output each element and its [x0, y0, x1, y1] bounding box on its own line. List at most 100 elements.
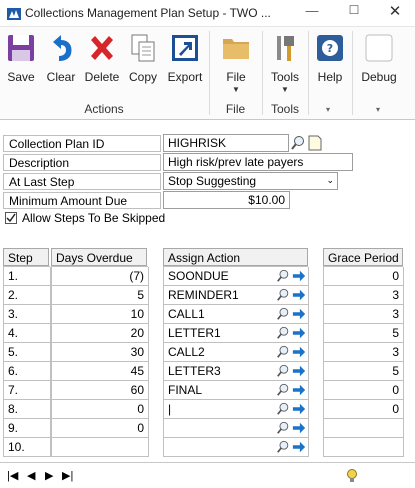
lookup-icon[interactable]	[276, 307, 290, 321]
help-icon: ?	[317, 35, 343, 61]
grace-period-cell[interactable]: 0	[324, 400, 404, 419]
arrow-right-icon[interactable]	[292, 345, 306, 359]
window-title: Collections Management Plan Setup - TWO …	[25, 6, 271, 20]
days-overdue-cell[interactable]: 45	[52, 362, 149, 381]
step-cell: 9.	[4, 419, 51, 438]
step-cell: 8.	[4, 400, 51, 419]
chevron-down-icon[interactable]: ▾	[376, 105, 380, 114]
arrow-right-icon[interactable]	[292, 402, 306, 416]
grace-period-cell[interactable]: 5	[324, 324, 404, 343]
grace-period-column-header: Grace Period	[323, 248, 403, 266]
next-record-icon[interactable]: ▶	[45, 469, 53, 482]
lookup-icon[interactable]	[276, 345, 290, 359]
min-amount-input[interactable]: $10.00	[163, 191, 290, 209]
days-overdue-column-header: Days Overdue	[51, 248, 147, 266]
chevron-down-icon[interactable]: ▾	[326, 105, 330, 114]
lightbulb-icon[interactable]	[346, 468, 358, 484]
grace-period-cell[interactable]: 5	[324, 362, 404, 381]
days-overdue-cell[interactable]: 10	[52, 305, 149, 324]
grace-period-cell[interactable]: 3	[324, 286, 404, 305]
file-menu-button[interactable]: File ▼	[218, 32, 254, 94]
status-bar: |◀ ◀ ▶ ▶|	[0, 462, 415, 488]
min-amount-label: Minimum Amount Due	[3, 192, 161, 209]
lookup-icon[interactable]	[290, 135, 306, 151]
ribbon-divider	[352, 31, 353, 115]
close-icon[interactable]: ✕	[384, 2, 406, 22]
delete-button[interactable]: Delete	[84, 32, 120, 84]
arrow-right-icon[interactable]	[292, 383, 306, 397]
allow-skip-checkbox[interactable]	[5, 212, 17, 224]
arrow-right-icon[interactable]	[292, 307, 306, 321]
days-overdue-cell[interactable]: 5	[52, 286, 149, 305]
tools-menu-button[interactable]: Tools ▼	[266, 32, 304, 94]
plan-id-label: Collection Plan ID	[3, 135, 161, 152]
lookup-icon[interactable]	[276, 364, 290, 378]
new-note-icon[interactable]	[307, 135, 323, 151]
step-cell: 10.	[4, 438, 51, 457]
days-overdue-cell[interactable]: 0	[52, 400, 149, 419]
copy-button[interactable]: Copy	[126, 32, 160, 84]
help-button[interactable]: ? Help	[313, 32, 347, 84]
plan-id-input[interactable]: HIGHRISK	[163, 134, 289, 152]
days-overdue-column: (7) 5 10 20 30 45 60 0 0	[51, 266, 149, 457]
days-overdue-cell[interactable]: 20	[52, 324, 149, 343]
last-step-select[interactable]: Stop Suggesting ⌄	[163, 172, 338, 190]
step-cell: 6.	[4, 362, 51, 381]
days-overdue-cell[interactable]: 60	[52, 381, 149, 400]
lookup-icon[interactable]	[276, 269, 290, 283]
chevron-down-icon: ▼	[232, 85, 240, 94]
days-overdue-cell[interactable]: (7)	[52, 267, 149, 286]
last-step-label: At Last Step	[3, 173, 161, 190]
tools-label: Tools	[270, 70, 299, 84]
last-record-icon[interactable]: ▶|	[62, 469, 73, 482]
minimize-icon[interactable]: —	[301, 3, 323, 23]
chevron-down-icon: ⌄	[326, 175, 334, 185]
lookup-icon[interactable]	[276, 421, 290, 435]
export-icon	[172, 35, 198, 61]
grace-period-cell[interactable]: 0	[324, 267, 404, 286]
arrow-right-icon[interactable]	[292, 288, 306, 302]
help-label: Help	[317, 70, 343, 84]
svg-text:?: ?	[327, 42, 333, 55]
days-overdue-cell[interactable]	[52, 438, 149, 457]
clear-button[interactable]: Clear	[44, 32, 78, 84]
save-button[interactable]: Save	[3, 32, 39, 84]
assign-action-column-header: Assign Action	[163, 248, 308, 266]
grace-period-cell[interactable]	[324, 438, 404, 457]
lookup-icon[interactable]	[276, 326, 290, 340]
maximize-icon[interactable]: ☐	[343, 3, 365, 23]
assign-action-column: SOONDUE REMINDER1 CALL1 LETTER1 CALL2 LETTER3…	[163, 266, 309, 457]
arrow-right-icon[interactable]	[292, 326, 306, 340]
export-button[interactable]: Export	[166, 32, 204, 84]
lookup-icon[interactable]	[276, 383, 290, 397]
first-record-icon[interactable]: |◀	[7, 469, 18, 482]
days-overdue-cell[interactable]: 30	[52, 343, 149, 362]
grace-period-cell[interactable]: 0	[324, 381, 404, 400]
clear-label: Clear	[46, 70, 76, 84]
file-group-label: File	[225, 102, 246, 116]
lookup-icon[interactable]	[276, 402, 290, 416]
grace-period-cell[interactable]: 3	[324, 305, 404, 324]
arrow-right-icon[interactable]	[292, 421, 306, 435]
tools-icon	[277, 36, 294, 61]
grace-period-cell[interactable]: 3	[324, 343, 404, 362]
days-overdue-cell[interactable]: 0	[52, 419, 149, 438]
arrow-right-icon[interactable]	[292, 440, 306, 454]
save-icon	[8, 35, 34, 61]
copy-label: Copy	[128, 70, 157, 84]
actions-group-label: Actions	[84, 102, 124, 116]
lookup-icon[interactable]	[276, 440, 290, 454]
grace-period-cell[interactable]	[324, 419, 404, 438]
lookup-icon[interactable]	[276, 288, 290, 302]
debug-button[interactable]: Debug	[358, 32, 400, 84]
app-icon	[7, 8, 21, 20]
previous-record-icon[interactable]: ◀	[27, 469, 35, 482]
allow-skip-label: Allow Steps To Be Skipped	[22, 211, 166, 225]
arrow-right-icon[interactable]	[292, 269, 306, 283]
step-column-header: Step	[3, 248, 49, 266]
arrow-right-icon[interactable]	[292, 364, 306, 378]
delete-x-icon	[91, 36, 113, 60]
delete-label: Delete	[84, 70, 120, 84]
step-cell: 3.	[4, 305, 51, 324]
description-input[interactable]: High risk/prev late payers	[163, 153, 353, 171]
